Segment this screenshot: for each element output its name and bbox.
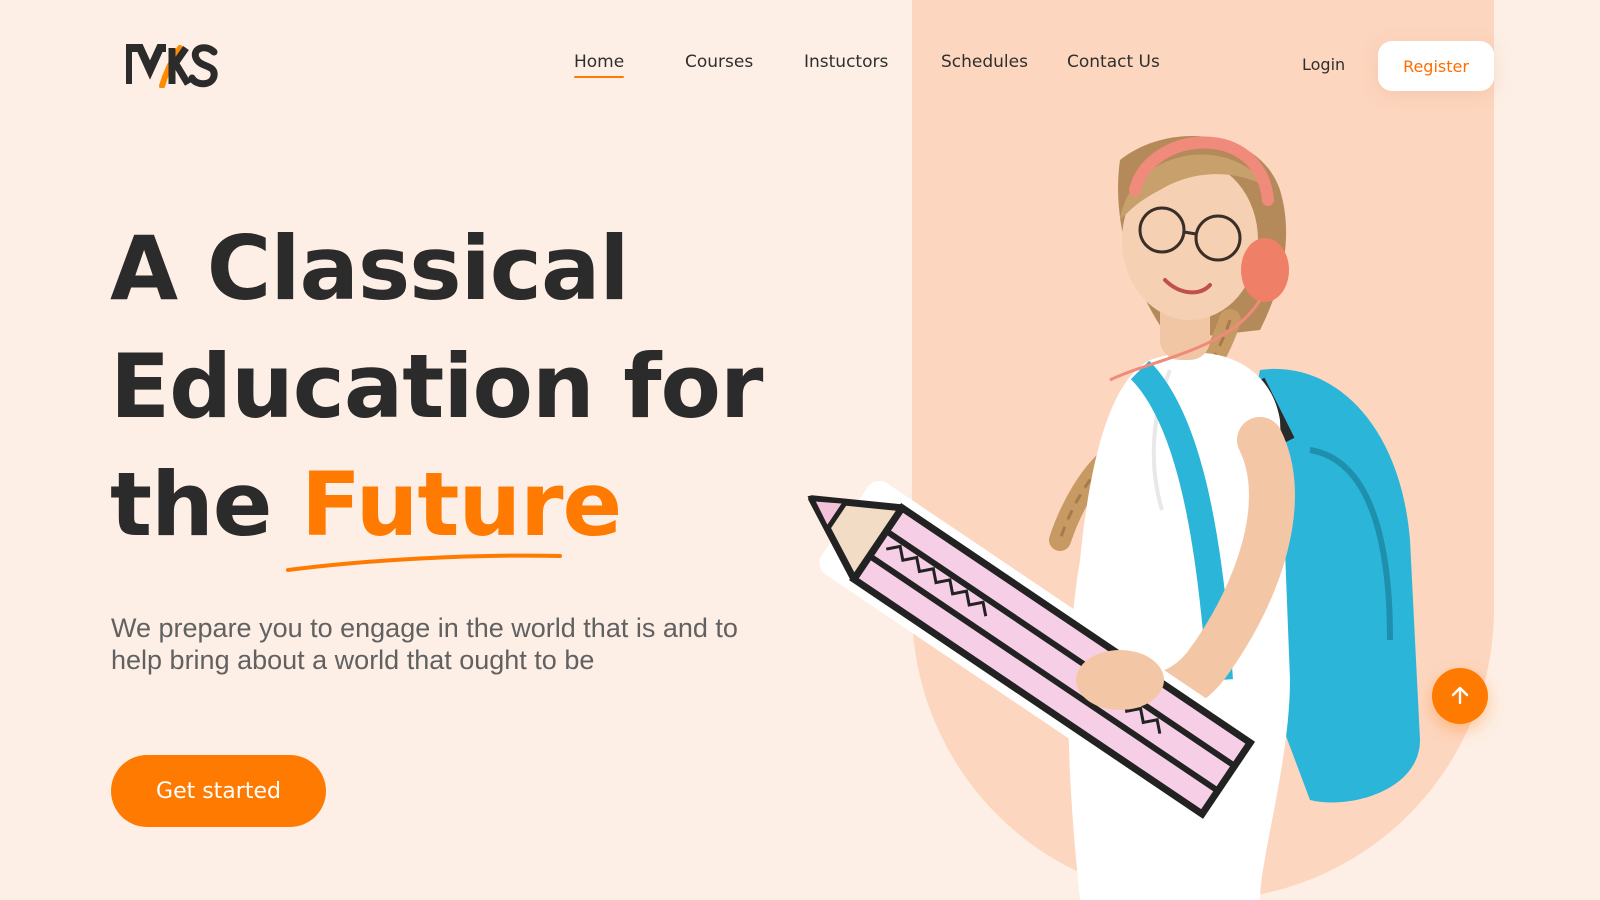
landing-page: Home Courses Instuctors Schedules Contac…	[0, 0, 1600, 900]
arrow-up-icon	[1451, 686, 1469, 705]
headline-line-1: A Classical	[110, 217, 630, 320]
mks-logo[interactable]	[126, 42, 218, 88]
headline-underline-swash	[286, 553, 562, 572]
student-with-pencil-image	[807, 136, 1420, 900]
scroll-to-top-button[interactable]	[1432, 668, 1488, 724]
nav-schedules[interactable]: Schedules	[941, 52, 1028, 72]
nav-contact-us[interactable]: Contact Us	[1067, 52, 1160, 72]
nav-instructors[interactable]: Instuctors	[804, 52, 888, 72]
register-button[interactable]: Register	[1378, 41, 1494, 91]
hero-subtext: We prepare you to engage in the world th…	[111, 613, 738, 675]
nav-home[interactable]: Home	[574, 52, 625, 78]
headline-accent-word: Future	[301, 453, 622, 556]
get-started-button[interactable]: Get started	[111, 755, 326, 827]
headline-line-3: the Future	[110, 446, 762, 564]
nav-courses[interactable]: Courses	[685, 52, 753, 72]
login-link[interactable]: Login	[1302, 55, 1345, 74]
hero-headline: A Classical Education for the Future	[110, 210, 763, 564]
headline-line-3-prefix: the	[110, 453, 272, 556]
headline-line-2: Education for	[110, 335, 763, 438]
